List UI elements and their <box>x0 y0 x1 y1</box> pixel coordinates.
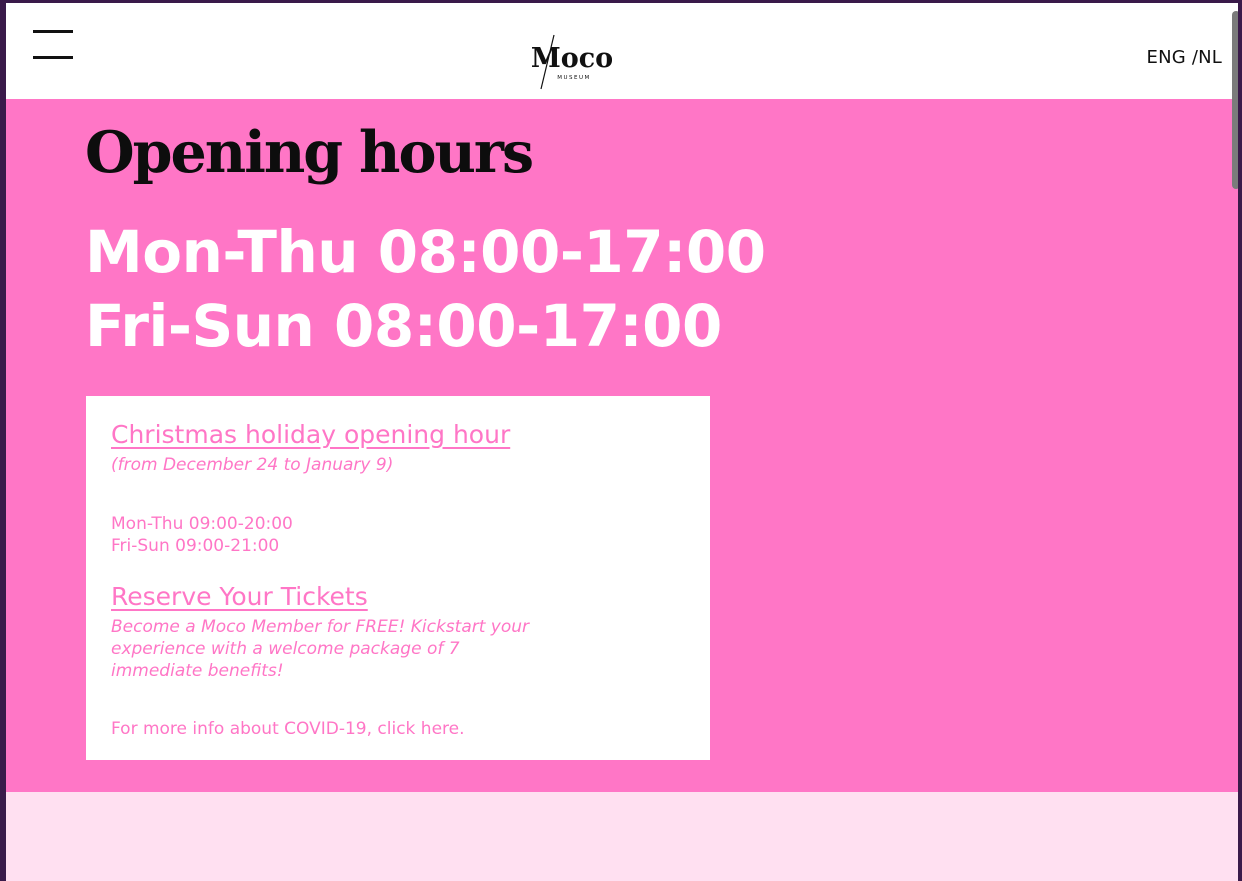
hours-weekend: Fri-Sun 08:00-17:00 <box>85 292 722 360</box>
logo-subtext: MUSEUM <box>557 75 591 81</box>
info-card: Christmas holiday opening hour (from Dec… <box>86 396 710 760</box>
lang-eng-link[interactable]: ENG <box>1147 47 1186 68</box>
covid-info-link[interactable]: click here. <box>377 719 464 739</box>
browser-page: Moco MUSEUM ENG /NL Opening hours Mon-Th… <box>6 3 1238 881</box>
covid-info-text: For more info about COVID-19, <box>111 719 378 739</box>
membership-promo: Become a Moco Member for FREE! Kickstart… <box>111 617 530 681</box>
menu-icon[interactable] <box>33 30 73 60</box>
christmas-hours-link[interactable]: Christmas holiday opening hour <box>111 420 510 449</box>
opening-hours-section: Opening hours Mon-Thu 08:00-17:00 Fri-Su… <box>6 99 1238 792</box>
christmas-hours-weekend: Fri-Sun 09:00-21:00 <box>111 536 280 556</box>
covid-info: For more info about COVID-19, click here… <box>111 719 465 739</box>
lower-section <box>6 792 1238 881</box>
christmas-dates: (from December 24 to January 9) <box>111 455 394 475</box>
site-header: Moco MUSEUM ENG /NL <box>6 3 1238 99</box>
reserve-tickets-link[interactable]: Reserve Your Tickets <box>111 582 368 611</box>
christmas-hours-weekdays: Mon-Thu 09:00-20:00 <box>111 514 293 534</box>
lang-nl-link[interactable]: NL <box>1198 47 1222 68</box>
page-scrollbar[interactable] <box>1232 11 1238 189</box>
menu-icon-bar <box>33 30 73 33</box>
page-title: Opening hours <box>85 119 534 186</box>
language-switcher: ENG /NL <box>1147 47 1222 68</box>
lang-separator: / <box>1185 47 1199 68</box>
menu-icon-bar <box>33 56 73 59</box>
hours-weekdays: Mon-Thu 08:00-17:00 <box>85 218 766 286</box>
moco-logo-mark: Moco MUSEUM <box>531 34 613 90</box>
moco-logo[interactable]: Moco MUSEUM <box>531 33 613 91</box>
logo-text: Moco <box>532 43 612 74</box>
regular-hours: Mon-Thu 08:00-17:00 Fri-Sun 08:00-17:00 <box>85 215 766 363</box>
